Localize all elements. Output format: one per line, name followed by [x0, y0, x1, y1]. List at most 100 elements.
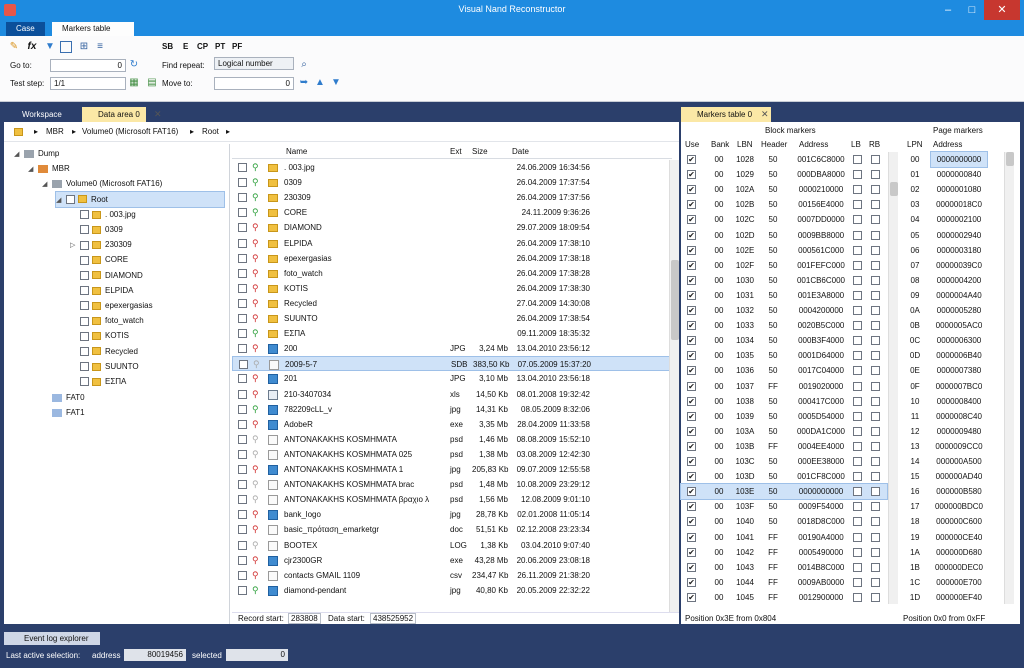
file-row[interactable]: ⚲ 2009-5-7 SDB 383,50 Kb 07.05.2009 15:37:20: [232, 356, 672, 372]
block-markers-scrollbar[interactable]: [888, 152, 898, 604]
lb-checkbox[interactable]: [853, 290, 862, 300]
rb-checkbox[interactable]: [871, 562, 880, 572]
block-marker-row[interactable]: 00 103D 50 001CF8C000: [681, 469, 887, 484]
block-marker-row[interactable]: 00 102C 50 0007DD0000: [681, 212, 887, 227]
rb-checkbox[interactable]: [871, 215, 880, 225]
page-marker-row[interactable]: 0D 0000006B40: [903, 348, 1003, 363]
rb-checkbox[interactable]: [871, 290, 880, 300]
collapse-icon[interactable]: ◢: [42, 177, 52, 192]
column-header-address[interactable]: Address: [933, 138, 962, 152]
block-marker-row[interactable]: 00 103E 50 0000000000: [680, 483, 888, 501]
use-checkbox[interactable]: [687, 577, 696, 587]
page-marker-row[interactable]: 05 0000002940: [903, 228, 1003, 243]
use-checkbox[interactable]: [687, 170, 696, 180]
file-checkbox[interactable]: [239, 360, 248, 370]
rb-checkbox[interactable]: [871, 411, 880, 421]
block-marker-row[interactable]: 00 1041 FF 00190A4000: [681, 530, 887, 545]
block-marker-row[interactable]: 00 103B FF 0004EE4000: [681, 439, 887, 454]
column-header-size[interactable]: Size: [470, 144, 510, 159]
tree-node[interactable]: DIAMOND: [70, 268, 143, 283]
use-checkbox[interactable]: [687, 517, 696, 527]
tree-node[interactable]: SUUNTO: [70, 359, 139, 374]
block-marker-row[interactable]: 00 1034 50 000B3F4000: [681, 333, 887, 348]
rb-checkbox[interactable]: [871, 592, 880, 602]
file-row[interactable]: ⚲ ANTONAKAKHS KOSMHMATA βραχιο λ psd 1,56 M…: [232, 492, 672, 507]
page-marker-row[interactable]: 1B 000000DEC0: [903, 560, 1003, 575]
page-marker-row[interactable]: 15 000000AD40: [903, 469, 1003, 484]
page-marker-row[interactable]: 03 00000018C0: [903, 197, 1003, 212]
file-checkbox[interactable]: [238, 449, 247, 459]
file-row[interactable]: ⚲ BOOTEX LOG 1,38 Kb 03.04.2010 9:07:40: [232, 538, 672, 553]
lb-checkbox[interactable]: [853, 457, 862, 466]
file-row[interactable]: ⚲ 210-3407034 xls 14,50 Kb 08.01.2008 19:32:…: [232, 387, 672, 402]
file-checkbox[interactable]: [238, 480, 247, 490]
page-markers-scrollbar[interactable]: [1004, 152, 1014, 604]
file-checkbox[interactable]: [238, 404, 247, 414]
file-checkbox[interactable]: [238, 585, 247, 595]
use-checkbox[interactable]: [687, 275, 696, 285]
file-checkbox[interactable]: [238, 178, 247, 188]
rb-checkbox[interactable]: [871, 351, 880, 361]
lb-checkbox[interactable]: [853, 426, 862, 436]
rb-checkbox[interactable]: [871, 381, 880, 391]
block-marker-row[interactable]: 00 1040 50 0018D8C000: [681, 514, 887, 529]
lb-checkbox[interactable]: [853, 170, 862, 180]
page-marker-row[interactable]: 01 0000000840: [903, 167, 1003, 182]
column-header-lb[interactable]: LB: [851, 138, 861, 152]
lb-checkbox[interactable]: [853, 275, 862, 285]
file-checkbox[interactable]: [238, 268, 247, 278]
page-marker-row[interactable]: 04 0000002100: [903, 212, 1003, 227]
pt-button[interactable]: PT: [215, 42, 225, 51]
tree-node[interactable]: ◢ Volume0 (Microsoft FAT16): [42, 176, 162, 191]
tree-checkbox[interactable]: [80, 210, 89, 220]
file-checkbox[interactable]: [238, 344, 247, 354]
tree-checkbox[interactable]: [80, 346, 89, 356]
page-marker-row[interactable]: 13 0000009CC0: [903, 439, 1003, 454]
lb-checkbox[interactable]: [853, 396, 862, 406]
column-header-rb[interactable]: RB: [869, 138, 880, 152]
use-checkbox[interactable]: [687, 336, 696, 346]
use-checkbox[interactable]: [687, 472, 696, 482]
lb-checkbox[interactable]: [853, 562, 862, 572]
rb-checkbox[interactable]: [871, 155, 880, 164]
maximize-button[interactable]: □: [960, 0, 984, 20]
file-checkbox[interactable]: [238, 525, 247, 535]
tree-checkbox[interactable]: [80, 301, 89, 311]
scrollbar-thumb[interactable]: [671, 260, 679, 340]
use-checkbox[interactable]: [687, 381, 696, 391]
tree-checkbox[interactable]: [66, 194, 75, 204]
lb-checkbox[interactable]: [853, 185, 862, 195]
block-marker-row[interactable]: 00 1029 50 000DBA8000: [681, 167, 887, 182]
file-checkbox[interactable]: [238, 374, 247, 384]
goto-icon[interactable]: ↻: [128, 59, 140, 71]
block-marker-row[interactable]: 00 1035 50 0001D64000: [681, 348, 887, 363]
arrow-right-icon[interactable]: ➥: [298, 77, 310, 89]
binoculars-icon[interactable]: ⊞: [78, 41, 90, 53]
tab-markers-table[interactable]: Markers table: [52, 22, 134, 36]
lb-checkbox[interactable]: [853, 245, 862, 255]
column-header-lpn[interactable]: LPN: [907, 138, 923, 152]
scrollbar-thumb[interactable]: [1006, 152, 1014, 166]
use-checkbox[interactable]: [687, 215, 696, 225]
lb-checkbox[interactable]: [853, 577, 862, 587]
file-checkbox[interactable]: [238, 298, 247, 308]
rb-checkbox[interactable]: [871, 200, 880, 210]
file-row[interactable]: ⚲ Recycled 27.04.2009 14:30:08: [232, 296, 672, 311]
lb-checkbox[interactable]: [853, 306, 862, 315]
tab-close-icon[interactable]: ✕: [154, 109, 162, 120]
file-row[interactable]: ⚲ . 003.jpg 24.06.2009 16:34:56: [232, 160, 672, 175]
block-marker-row[interactable]: 00 1033 50 0020B5C000: [681, 318, 887, 333]
page-marker-row[interactable]: 0C 0000006300: [903, 333, 1003, 348]
tree-node[interactable]: epexergasias: [70, 298, 153, 313]
file-row[interactable]: ⚲ ANTONAKAKHS KOSMHMATA brac psd 1,48 Mb 10.…: [232, 477, 672, 492]
file-checkbox[interactable]: [238, 510, 247, 520]
page-marker-row[interactable]: 00 0000000000: [903, 151, 1003, 168]
rb-checkbox[interactable]: [871, 321, 880, 331]
page-marker-row[interactable]: 06 0000003180: [903, 243, 1003, 258]
breadcrumb-mbr[interactable]: MBR: [46, 127, 64, 136]
file-row[interactable]: ⚲ 0309 26.04.2009 17:37:54: [232, 175, 672, 190]
e-button[interactable]: E: [183, 42, 188, 51]
rb-checkbox[interactable]: [871, 170, 880, 180]
use-checkbox[interactable]: [687, 502, 696, 512]
block-marker-row[interactable]: 00 1038 50 000417C000: [681, 394, 887, 409]
